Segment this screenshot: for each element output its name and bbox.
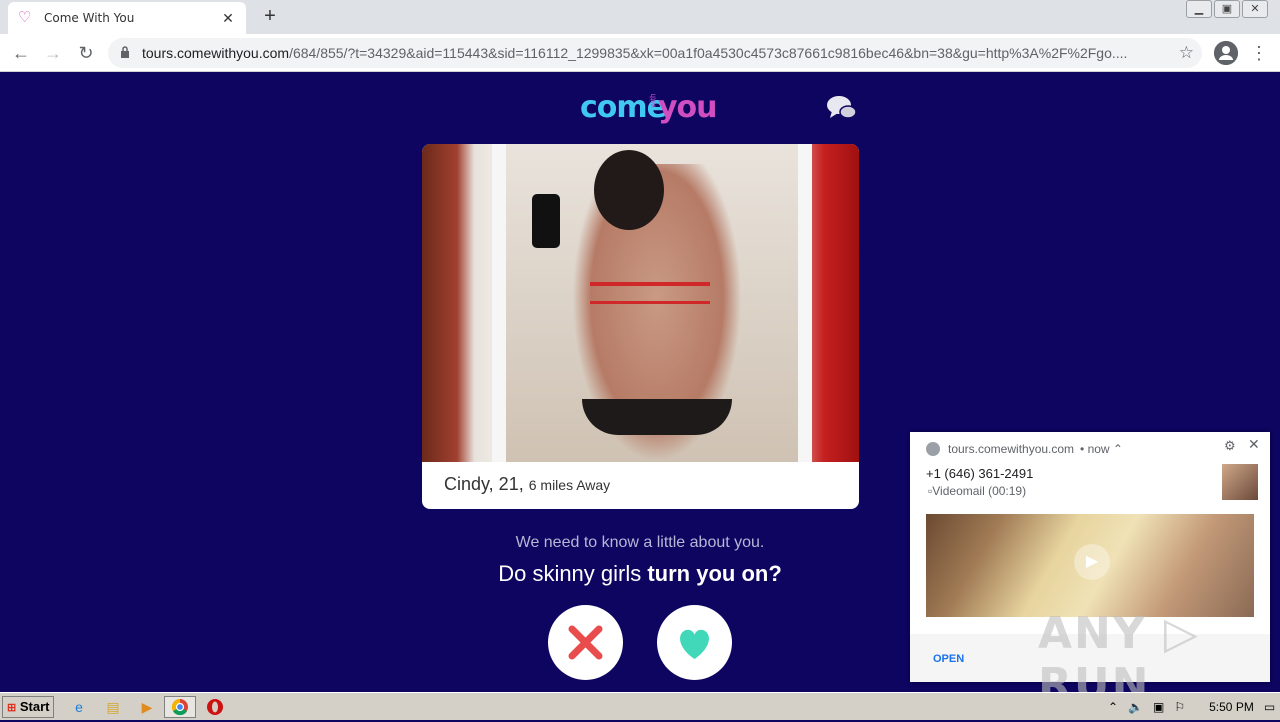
comewithyou-logo[interactable]: come with you	[578, 84, 718, 128]
play-icon[interactable]: ▶	[1074, 544, 1110, 580]
notification-settings-gear-icon[interactable]: ⚙	[1224, 438, 1236, 454]
bookmark-star-icon[interactable]: ☆	[1179, 43, 1194, 63]
chat-bubbles-icon[interactable]	[826, 94, 858, 122]
new-tab-button[interactable]: +	[258, 4, 282, 28]
notification-video-preview[interactable]: ▶	[926, 514, 1254, 617]
tray-expand-icon[interactable]: ⌃	[1108, 700, 1118, 714]
taskbar-clock[interactable]: 5:50 PM	[1209, 700, 1254, 714]
notification-videomail: ▫Videomail (00:19)	[928, 484, 1026, 498]
internet-explorer-icon[interactable]: e	[70, 698, 88, 716]
notification-time: • now ⌃	[1080, 442, 1123, 456]
volume-icon[interactable]: 🔈	[1128, 700, 1143, 714]
heart-favicon-icon: ♡	[18, 9, 32, 26]
videomail-label: Videomail (00:19)	[932, 484, 1027, 498]
minimize-button[interactable]: ▁	[1186, 0, 1212, 18]
yes-button[interactable]	[657, 605, 732, 680]
notification-open-button[interactable]: OPEN	[933, 653, 964, 665]
logo-you: you	[658, 90, 718, 125]
profile-card[interactable]: Cindy, 21, 6 miles Away	[422, 144, 859, 509]
profile-distance: 6 miles Away	[528, 477, 611, 493]
tab-title: Come With You	[44, 11, 135, 25]
tab-close-button[interactable]: ✕	[220, 10, 236, 27]
window-controls: ▁ ▣ ✕	[1186, 0, 1268, 18]
question-start: Do skinny girls	[498, 561, 648, 586]
x-icon	[568, 625, 603, 660]
lock-icon	[120, 45, 136, 61]
profile-name-age: Cindy, 21,	[444, 474, 524, 494]
browser-toolbar: ← → ↻ tours.comewithyou.com/684/855/?t=3…	[0, 34, 1280, 72]
reload-button[interactable]: ↻	[73, 40, 99, 66]
close-window-button[interactable]: ✕	[1242, 0, 1268, 18]
url-path: /684/855/?t=34329&aid=115443&sid=116112_…	[289, 45, 1128, 61]
system-tray: ⌃ 🔈 ▣ ⚐ 5:50 PM ▭	[1102, 696, 1278, 718]
notification-phone-number: +1 (646) 361-2491	[926, 466, 1034, 481]
tab-come-with-you[interactable]: ♡ Come With You ✕	[8, 2, 246, 34]
start-button[interactable]: ⊞ Start	[2, 696, 54, 718]
question-bold: turn you on?	[647, 561, 782, 586]
profile-photo	[422, 144, 859, 462]
browser-menu-icon[interactable]: ⋮	[1250, 40, 1268, 66]
media-player-icon[interactable]: ▶	[138, 698, 156, 716]
opera-icon[interactable]	[206, 698, 224, 716]
chrome-taskbar-icon	[171, 698, 188, 716]
restore-button[interactable]: ▣	[1214, 0, 1240, 18]
forward-button[interactable]: →	[40, 40, 66, 66]
action-center-flag-icon[interactable]: ⚐	[1174, 700, 1185, 714]
address-bar[interactable]: tours.comewithyou.com/684/855/?t=34329&a…	[108, 38, 1202, 68]
windows-taskbar: ⊞ Start e ▤ ▶ ⌃ 🔈 ▣ ⚐ 5:50 PM ▭	[0, 692, 1280, 720]
start-label: Start	[19, 699, 50, 714]
heart-icon	[680, 629, 709, 659]
windows-flag-icon: ⊞	[7, 702, 17, 714]
chrome-icon	[926, 442, 940, 456]
url-host: tours.comewithyou.com	[142, 45, 290, 61]
logo-with: with	[648, 93, 658, 108]
network-icon[interactable]: ▣	[1153, 700, 1164, 714]
url-text[interactable]: tours.comewithyou.com/684/855/?t=34329&a…	[142, 45, 1162, 61]
no-button[interactable]	[548, 605, 623, 680]
chrome-taskbar-button[interactable]	[164, 696, 196, 718]
tab-strip: ♡ Come With You ✕ + ▁ ▣ ✕	[0, 0, 1280, 34]
notification-thumbnail	[1222, 464, 1258, 500]
profile-info: Cindy, 21, 6 miles Away	[422, 462, 859, 509]
notification-source: tours.comewithyou.com	[948, 442, 1075, 456]
show-desktop-icon[interactable]: ▭	[1264, 700, 1275, 714]
notification-close-icon[interactable]: ✕	[1248, 436, 1260, 453]
profile-avatar-icon[interactable]	[1214, 41, 1238, 65]
back-button[interactable]: ←	[8, 40, 34, 66]
notification-header: tours.comewithyou.com • now ⌃	[926, 442, 1123, 456]
folder-icon[interactable]: ▤	[104, 698, 122, 716]
